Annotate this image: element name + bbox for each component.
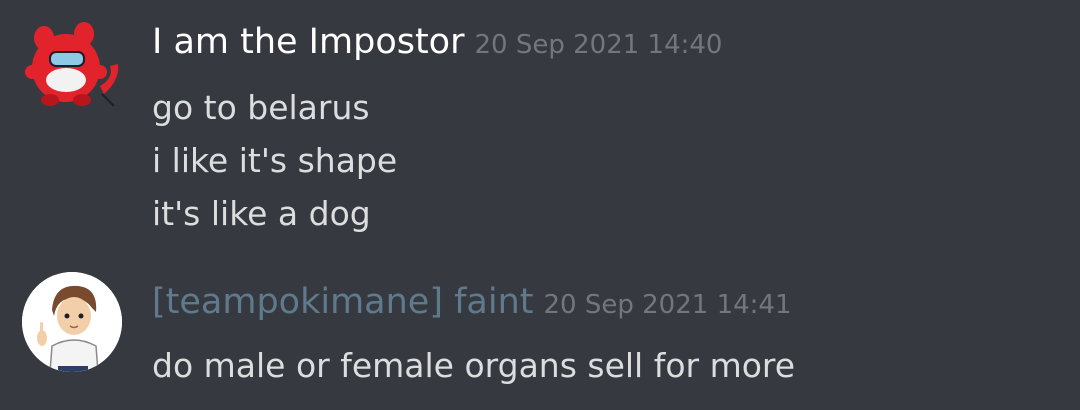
message-group: I am the Impostor 20 Sep 2021 14:40 go to… [0, 0, 1080, 250]
message-text: i like it's shape [152, 141, 398, 180]
message-header: [teampokimane] faint 20 Sep 2021 14:41 [152, 282, 792, 322]
timestamp: 20 Sep 2021 14:40 [474, 30, 723, 60]
message-text: do male or female organs sell for more [152, 346, 796, 385]
chat-log: I am the Impostor 20 Sep 2021 14:40 go to… [0, 0, 1080, 410]
username[interactable]: I am the Impostor [152, 22, 465, 62]
timestamp: 20 Sep 2021 14:41 [543, 290, 792, 320]
message-text: it's like a dog [152, 194, 371, 233]
message-header: I am the Impostor 20 Sep 2021 14:40 [152, 22, 722, 62]
red-crewmate-monster-icon [25, 22, 119, 107]
message-group: [teampokimane] faint 20 Sep 2021 14:41 do… [0, 262, 1080, 410]
user-avatar[interactable] [22, 16, 122, 116]
trainer-avatar-icon [22, 272, 122, 372]
message-text: go to belarus [152, 88, 370, 127]
user-avatar[interactable] [22, 272, 122, 372]
username[interactable]: [teampokimane] faint [152, 282, 534, 322]
